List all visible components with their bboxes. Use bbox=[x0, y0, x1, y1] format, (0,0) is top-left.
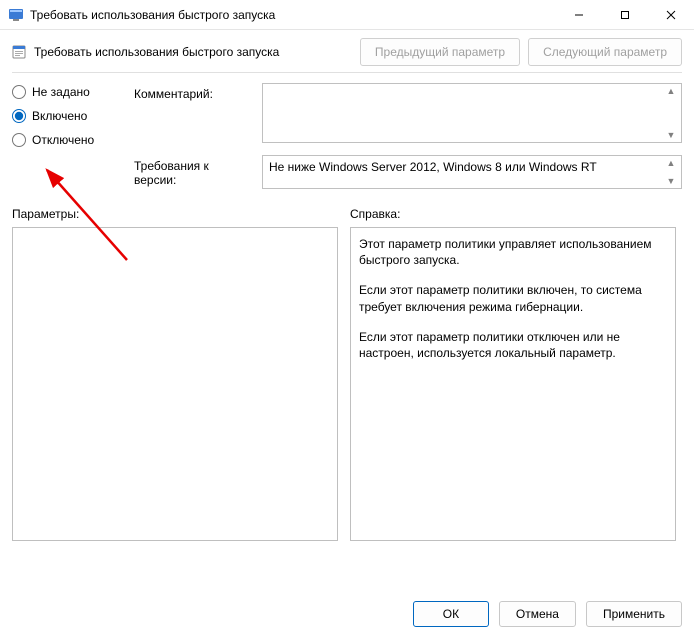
cancel-button[interactable]: Отмена bbox=[499, 601, 576, 627]
radio-not-configured-input[interactable] bbox=[12, 85, 26, 99]
apply-button[interactable]: Применить bbox=[586, 601, 682, 627]
minimize-button[interactable] bbox=[556, 0, 602, 30]
divider bbox=[12, 72, 682, 73]
requirements-scrollbar[interactable]: ▲ ▼ bbox=[663, 156, 679, 188]
titlebar: Требовать использования быстрого запуска bbox=[0, 0, 694, 30]
scroll-down-icon[interactable]: ▼ bbox=[663, 128, 679, 142]
radio-not-configured[interactable]: Не задано bbox=[12, 85, 116, 99]
scroll-up-icon[interactable]: ▲ bbox=[663, 156, 679, 170]
right-column: Комментарий: ▲ ▼ Требования к версии: Не… bbox=[134, 83, 682, 189]
footer-buttons: ОК Отмена Применить bbox=[413, 601, 682, 627]
maximize-button[interactable] bbox=[602, 0, 648, 30]
radio-not-configured-label: Не задано bbox=[32, 85, 90, 99]
help-paragraph: Если этот параметр политики отключен или… bbox=[359, 329, 667, 361]
scroll-down-icon[interactable]: ▼ bbox=[663, 174, 679, 188]
radio-disabled[interactable]: Отключено bbox=[12, 133, 116, 147]
radio-enabled-input[interactable] bbox=[12, 109, 26, 123]
help-section-label: Справка: bbox=[350, 207, 676, 221]
state-radio-group: Не задано Включено Отключено bbox=[12, 83, 116, 189]
help-paragraph: Этот параметр политики управляет использ… bbox=[359, 236, 667, 268]
previous-param-button[interactable]: Предыдущий параметр bbox=[360, 38, 520, 66]
comment-scrollbar[interactable]: ▲ ▼ bbox=[663, 84, 679, 142]
section-labels: Параметры: Справка: bbox=[12, 207, 682, 221]
close-button[interactable] bbox=[648, 0, 694, 30]
requirements-value: Не ниже Windows Server 2012, Windows 8 и… bbox=[269, 160, 597, 174]
radio-enabled-label: Включено bbox=[32, 109, 87, 123]
policy-icon bbox=[12, 44, 28, 60]
window-title: Требовать использования быстрого запуска bbox=[30, 8, 556, 22]
help-pane: Этот параметр политики управляет использ… bbox=[350, 227, 676, 541]
panes: Этот параметр политики управляет использ… bbox=[12, 227, 682, 541]
content-area: Требовать использования быстрого запуска… bbox=[0, 30, 694, 541]
comment-label: Комментарий: bbox=[134, 83, 254, 101]
radio-enabled[interactable]: Включено bbox=[12, 109, 116, 123]
requirements-label: Требования к версии: bbox=[134, 155, 254, 187]
help-paragraph: Если этот параметр политики включен, то … bbox=[359, 282, 667, 314]
comment-textarea[interactable]: ▲ ▼ bbox=[262, 83, 682, 143]
app-icon bbox=[8, 7, 24, 23]
parameters-pane bbox=[12, 227, 338, 541]
radio-disabled-label: Отключено bbox=[32, 133, 94, 147]
ok-button[interactable]: ОК bbox=[413, 601, 489, 627]
top-grid: Не задано Включено Отключено Комментарий… bbox=[12, 83, 682, 189]
params-section-label: Параметры: bbox=[12, 207, 338, 221]
subtitle-row: Требовать использования быстрого запуска… bbox=[12, 38, 682, 66]
next-param-button[interactable]: Следующий параметр bbox=[528, 38, 682, 66]
requirements-box: Не ниже Windows Server 2012, Windows 8 и… bbox=[262, 155, 682, 189]
scroll-up-icon[interactable]: ▲ bbox=[663, 84, 679, 98]
radio-disabled-input[interactable] bbox=[12, 133, 26, 147]
policy-subtitle: Требовать использования быстрого запуска bbox=[34, 45, 352, 59]
